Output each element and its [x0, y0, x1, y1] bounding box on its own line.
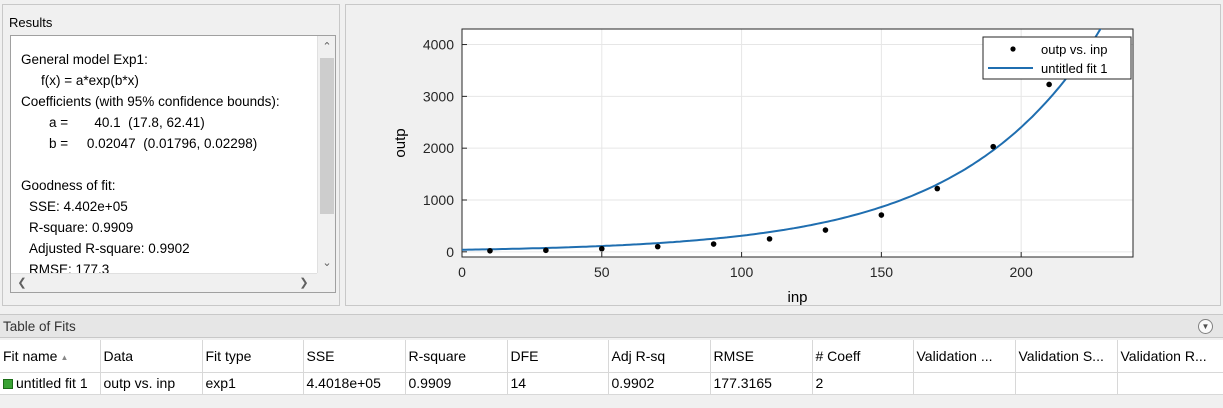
data-point — [822, 227, 829, 233]
vertical-scrollbar[interactable]: ⌃ ⌄ — [317, 36, 335, 274]
cell-r-square[interactable]: 0.9909 — [405, 372, 508, 395]
sort-ascending-icon: ▲ — [60, 352, 69, 362]
results-text: General model Exp1: f(x) = a*exp(b*x) Co… — [21, 49, 311, 280]
x-tick-label: 50 — [594, 264, 610, 280]
data-point — [598, 245, 605, 252]
cell-validation-1[interactable] — [913, 372, 1016, 395]
cell-dfe[interactable]: 14 — [507, 372, 609, 395]
y-tick-label: 0 — [446, 244, 454, 260]
collapse-chevron-icon[interactable]: ▼ — [1198, 319, 1213, 334]
cell-validation-2[interactable] — [1015, 372, 1118, 395]
x-tick-label: 200 — [1009, 264, 1033, 280]
cell-coeff[interactable]: 2 — [812, 372, 914, 395]
fit-icon — [3, 379, 13, 390]
column-header-fit-name[interactable]: Fit name ▲ — [0, 340, 101, 373]
results-line: Goodness of fit: — [21, 178, 116, 193]
scroll-down-icon[interactable]: ⌄ — [318, 254, 335, 272]
results-title: Results — [9, 15, 53, 30]
x-tick-label: 100 — [730, 264, 754, 280]
data-point — [1046, 81, 1052, 88]
cell-text: untitled fit 1 — [16, 375, 88, 391]
results-panel: Results General model Exp1: f(x) = a*exp… — [2, 4, 340, 306]
column-header-rmse[interactable]: RMSE — [710, 340, 813, 373]
y-tick-label: 1000 — [423, 192, 454, 208]
scroll-up-icon[interactable]: ⌃ — [318, 38, 335, 56]
legend[interactable]: outp vs. inp untitled fit 1 — [982, 36, 1132, 80]
cell-sse[interactable]: 4.4018e+05 — [303, 372, 406, 395]
results-line: Coefficients (with 95% confidence bounds… — [21, 94, 280, 109]
scroll-right-icon[interactable]: ❯ — [295, 274, 313, 292]
scroll-left-icon[interactable]: ❮ — [13, 274, 31, 292]
results-line: Adjusted R-square: 0.9902 — [29, 241, 190, 256]
table-of-fits-title: Table of Fits — [3, 319, 76, 334]
fit-plot[interactable]: 0 50 100 150 20001000200030004000 inp outp o… — [346, 5, 1220, 305]
column-header-adj-r-sq[interactable]: Adj R-sq — [608, 340, 711, 373]
y-tick-label: 2000 — [423, 140, 454, 156]
horizontal-scrollbar[interactable]: ❮ ❯ — [11, 273, 319, 292]
table-of-fits: Fit name ▲ Data Fit type SSE R-square DFE… — [0, 340, 1223, 395]
results-line: a = 40.1 (17.8, 62.41) — [49, 115, 205, 130]
column-header-label: Fit name — [3, 347, 58, 364]
data-point — [710, 241, 717, 247]
column-header-validation-1[interactable]: Validation ... — [913, 340, 1016, 373]
table-row[interactable]: untitled fit 1 outp vs. inp exp1 4.4018e… — [0, 372, 1223, 395]
plot-panel: 0 50 100 150 200 0 1000 2000 3000 4000 inp outp o… — [345, 4, 1221, 306]
data-point — [654, 243, 661, 250]
column-header-fit-type[interactable]: Fit type — [202, 340, 304, 373]
cell-adj-r-sq[interactable]: 0.9902 — [608, 372, 711, 395]
y-tick-label: 3000 — [423, 88, 454, 104]
column-header-coeff[interactable]: # Coeff — [812, 340, 914, 373]
results-textbox[interactable]: General model Exp1: f(x) = a*exp(b*x) Co… — [10, 35, 336, 293]
scroll-corner — [317, 273, 335, 292]
table-of-fits-header: Table of Fits ▼ — [0, 314, 1223, 338]
results-line: b = 0.02047 (0.01796, 0.02298) — [49, 136, 258, 151]
table-header-row: Fit name ▲ Data Fit type SSE R-square DFE… — [0, 340, 1223, 373]
table-footer — [0, 395, 1223, 408]
y-axis-label: outp — [392, 128, 409, 157]
results-line: R-square: 0.9909 — [29, 220, 134, 235]
data-point — [543, 247, 549, 254]
column-header-validation-2[interactable]: Validation S... — [1015, 340, 1118, 373]
cell-validation-3[interactable] — [1117, 372, 1223, 395]
results-line: SSE: 4.402e+05 — [29, 199, 128, 214]
cell-data[interactable]: outp vs. inp — [100, 372, 203, 395]
legend-marker-points — [1010, 46, 1016, 52]
results-line — [21, 154, 311, 175]
x-tick-label: 150 — [870, 264, 894, 280]
data-point — [766, 236, 773, 242]
data-point — [990, 143, 997, 150]
column-header-sse[interactable]: SSE — [303, 340, 406, 373]
data-point — [487, 247, 493, 254]
x-axis-label: inp — [787, 289, 807, 305]
vertical-scroll-thumb[interactable] — [320, 58, 334, 214]
column-header-r-square[interactable]: R-square — [405, 340, 508, 373]
data-point — [934, 185, 941, 192]
results-line: f(x) = a*exp(b*x) — [41, 73, 139, 88]
column-header-validation-3[interactable]: Validation R... — [1117, 340, 1223, 373]
column-header-dfe[interactable]: DFE — [507, 340, 609, 373]
legend-entry: untitled fit 1 — [1041, 61, 1108, 76]
y-tick-label: 4000 — [423, 37, 454, 53]
cell-fit-type[interactable]: exp1 — [202, 372, 304, 395]
results-line: General model Exp1: — [21, 52, 148, 67]
legend-entry: outp vs. inp — [1041, 42, 1108, 57]
cell-fit-name[interactable]: untitled fit 1 — [0, 372, 101, 395]
cell-rmse[interactable]: 177.3165 — [710, 372, 813, 395]
x-tick-label: 0 — [458, 264, 466, 280]
column-header-data[interactable]: Data — [100, 340, 203, 373]
data-point — [878, 212, 885, 218]
